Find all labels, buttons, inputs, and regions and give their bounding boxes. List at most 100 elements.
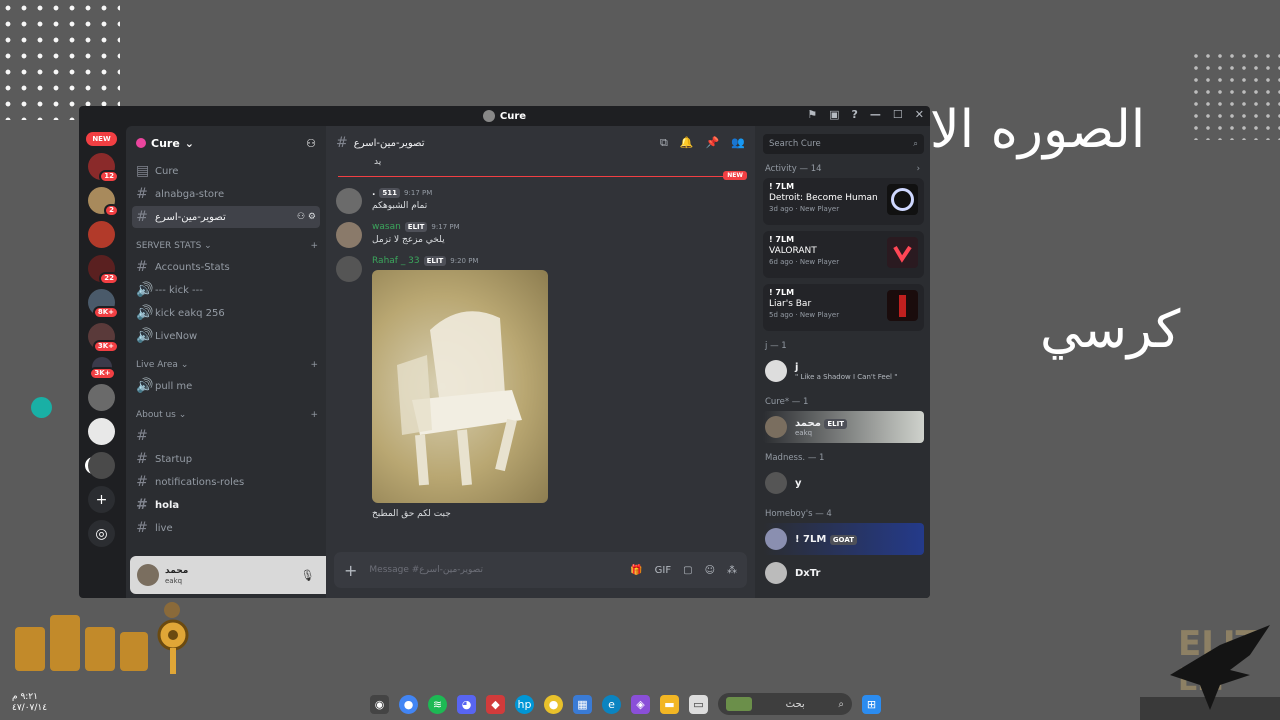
channel-label: --- kick --- <box>155 284 203 296</box>
server-icon[interactable]: 12 <box>88 153 119 183</box>
folder-icon[interactable]: ▬ <box>660 694 679 714</box>
add-channel-icon[interactable]: + <box>310 241 318 251</box>
members-icon[interactable]: 👥 <box>731 136 745 150</box>
bell-icon[interactable]: 🔔 <box>680 136 694 150</box>
server-icon[interactable]: 22 <box>88 255 119 285</box>
category-server-stats[interactable]: SERVER STATS ⌄ + <box>136 236 318 256</box>
channel-item[interactable]: 🔊 kick eakq 256 <box>132 302 320 324</box>
member-item[interactable]: ! 7LM GOAT <box>763 523 924 555</box>
channel-item[interactable]: # Startup <box>132 448 320 470</box>
hash-icon: # <box>336 135 348 151</box>
server-icon[interactable]: 8K+ <box>88 289 119 319</box>
close-button[interactable]: ✕ <box>915 108 924 121</box>
screen-icon[interactable]: ▣ <box>829 108 839 121</box>
avatar[interactable] <box>137 564 159 586</box>
channel-item[interactable]: # alnabga-store <box>132 183 320 205</box>
guild-tag: ELIT <box>824 418 847 429</box>
hp-icon[interactable]: hp <box>515 694 534 714</box>
add-member-icon[interactable]: ⚇ <box>306 137 316 150</box>
avatar[interactable] <box>336 188 362 214</box>
activity-card[interactable]: ! 7LM Liar's Bar 5d ago · New Player <box>763 284 924 331</box>
channel-item[interactable]: # Accounts-Stats <box>132 256 320 278</box>
channel-item[interactable]: ▤ Cure <box>132 160 320 182</box>
channel-item[interactable]: # live <box>132 517 320 539</box>
search-input[interactable]: Search Cure ⌕ <box>763 134 924 154</box>
maximize-button[interactable]: ☐ <box>893 108 903 121</box>
activity-card[interactable]: ! 7LM Detroit: Become Human 3d ago · New… <box>763 178 924 225</box>
app-icon[interactable]: ◉ <box>370 694 389 714</box>
speaker-icon: 🔊 <box>136 282 154 298</box>
member-item[interactable]: DxTr <box>763 557 924 589</box>
threads-icon[interactable]: ⧉ <box>660 136 668 150</box>
channel-item[interactable]: # notifications-roles <box>132 471 320 493</box>
apps-icon[interactable]: ⁂ <box>727 565 737 576</box>
taskbar-search[interactable]: بحث ⌕ <box>718 693 852 715</box>
app-icon[interactable]: ● <box>544 694 563 714</box>
server-icon[interactable] <box>88 418 115 445</box>
new-badge[interactable]: NEW <box>86 132 117 146</box>
edge-icon[interactable]: e <box>602 694 621 714</box>
channel-settings-icon[interactable]: ⚇ ⚙ <box>297 212 316 222</box>
sticker-icon[interactable]: ▢ <box>683 565 692 576</box>
member-item[interactable]: محمد ELIT eakq <box>763 411 924 443</box>
avatar[interactable] <box>336 222 362 248</box>
member-item[interactable]: y <box>763 467 924 499</box>
author-name[interactable]: . <box>372 188 375 198</box>
channel-item-active[interactable]: # تصوير-مين-اسرع ⚇ ⚙ <box>132 206 320 228</box>
guild-tag: ELIT <box>404 222 428 232</box>
rules-icon: ▤ <box>136 163 150 179</box>
hash-icon: # <box>136 520 148 536</box>
pin-icon[interactable]: 📌 <box>706 136 720 150</box>
chrome-icon[interactable]: ● <box>399 694 418 714</box>
server-icon[interactable]: 3K+ <box>89 357 116 380</box>
activity-header[interactable]: Activity — 14 › <box>765 164 920 174</box>
minimize-button[interactable]: — <box>870 108 881 121</box>
member-group-header: Cure* — 1 <box>765 397 809 407</box>
server-icon-active[interactable] <box>88 452 115 479</box>
emoji-icon[interactable]: ☺ <box>705 565 715 576</box>
store-icon[interactable]: ▦ <box>573 694 592 714</box>
channel-item[interactable]: 🔊 --- kick --- <box>132 279 320 301</box>
system-clock: ٩:٢١ م ٤٧/٠٧/١٤ <box>12 692 47 714</box>
member-item[interactable]: j " Like a Shadow I Can't Feel " <box>763 355 924 387</box>
app-icon[interactable]: ▭ <box>689 694 708 714</box>
mic-icon[interactable]: 🎙 <box>300 569 314 582</box>
author-name[interactable]: Rahaf _ 33 <box>372 256 420 266</box>
windows-icon[interactable]: ⊞ <box>862 694 881 714</box>
gift-icon[interactable]: 🎁 <box>630 565 642 576</box>
discover-button[interactable]: ◎ <box>88 520 115 547</box>
server-icon[interactable] <box>88 221 115 248</box>
attach-icon[interactable]: + <box>344 561 357 580</box>
activity-card[interactable]: ! 7LM VALORANT 6d ago · New Player <box>763 231 924 278</box>
message-list: يد NEW . 511 9:17 PM تمام الشبوهكم wasan EL… <box>326 157 755 554</box>
add-channel-icon[interactable]: + <box>310 410 318 420</box>
server-icon[interactable]: 3K+ <box>88 323 119 353</box>
unread-badge: 8K+ <box>92 306 119 319</box>
speaker-icon: 🔊 <box>136 378 154 394</box>
channel-item[interactable]: 🔊 LiveNow <box>132 325 320 347</box>
app-icon[interactable]: ◆ <box>486 694 505 714</box>
message-composer[interactable]: + Message #تصوير-مين-اسرع 🎁 GIF ▢ ☺ ⁂ <box>334 552 747 588</box>
spotify-icon[interactable]: ≋ <box>428 694 447 714</box>
avatar[interactable] <box>336 256 362 282</box>
add-channel-icon[interactable]: + <box>310 360 318 370</box>
add-server-button[interactable]: + <box>88 486 115 513</box>
category-about-us[interactable]: About us ⌄ + <box>136 405 318 425</box>
image-attachment[interactable] <box>372 270 548 503</box>
message-text: جبت لكم حق المطبخ <box>372 509 451 519</box>
server-header[interactable]: Cure ⌄ ⚇ <box>126 126 326 160</box>
message-input[interactable]: Message #تصوير-مين-اسرع <box>369 565 483 575</box>
channel-item-unread[interactable]: # hola <box>132 494 320 516</box>
inbox-icon[interactable]: ⚑ <box>807 108 817 121</box>
channel-item[interactable]: 🔊 pull me <box>132 375 320 397</box>
discord-icon[interactable]: ◕ <box>457 694 476 714</box>
server-icon[interactable]: 2 <box>88 187 119 217</box>
gif-icon[interactable]: GIF <box>655 565 671 576</box>
app-icon[interactable]: ◈ <box>631 694 650 714</box>
help-icon[interactable]: ? <box>852 108 858 121</box>
category-live-area[interactable]: Live Area ⌄ + <box>136 355 318 375</box>
author-name[interactable]: wasan <box>372 222 401 232</box>
channel-item[interactable]: # <box>132 425 320 447</box>
chevron-right-icon: › <box>916 164 920 174</box>
server-icon[interactable] <box>88 384 115 411</box>
